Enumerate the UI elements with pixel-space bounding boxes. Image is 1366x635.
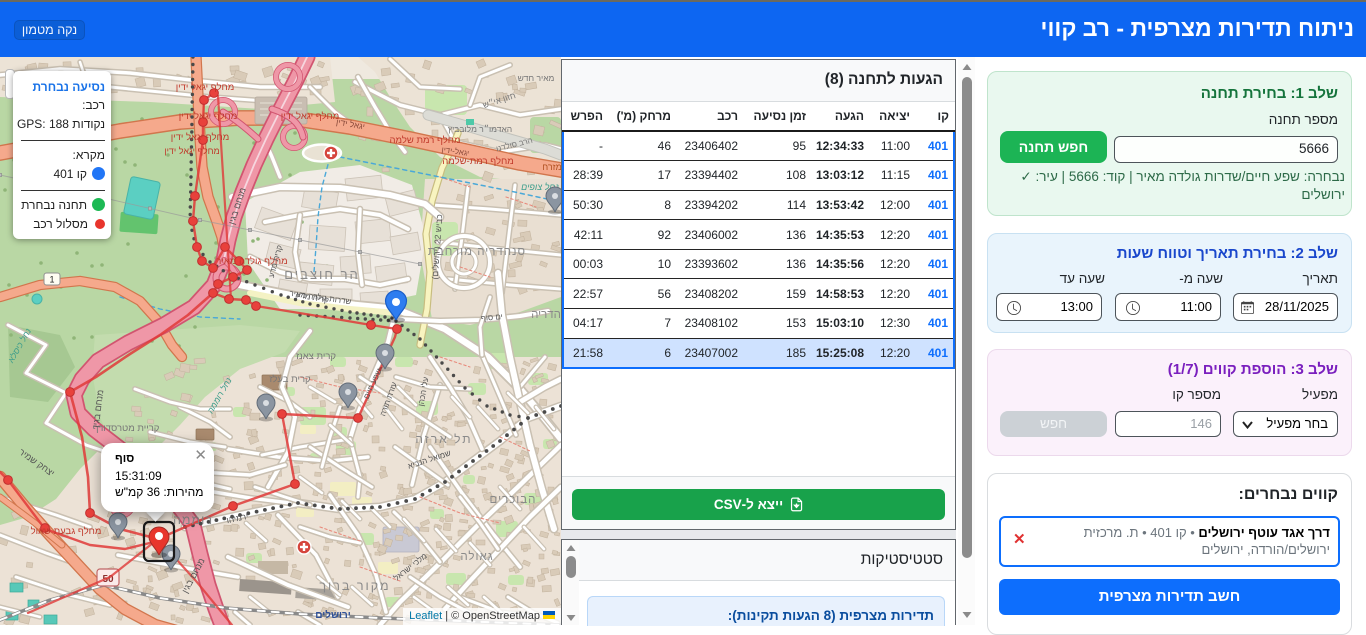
svg-text:סנהדריה: סנהדריה	[531, 309, 561, 321]
svg-text:תל ארזה: תל ארזה	[415, 432, 472, 446]
svg-text:מזרח: מזרח	[542, 162, 561, 172]
svg-text:גאולה: גאולה	[460, 550, 493, 563]
svg-text:מחלף רמת-שלמה: מחלף רמת-שלמה	[442, 155, 514, 167]
svg-text:מאיר חדש: מאיר חדש	[518, 73, 555, 83]
svg-text:מחלף יגאל ידין: מחלף יגאל ידין	[171, 131, 230, 143]
svg-text:סנהדריה מורחבת: סנהדריה מורחבת	[428, 246, 526, 258]
svg-text:הר חוצבים: הר חוצבים	[284, 267, 360, 282]
svg-text:מחלף יגאל ידין: מחלף יגאל ידין	[179, 110, 238, 122]
svg-text:רוממה: רוממה	[173, 513, 213, 527]
svg-text:מחלף יגאל ידין: מחלף יגאל ידין	[164, 146, 220, 156]
svg-text:ירושלים: ירושלים	[315, 609, 351, 621]
svg-text:מחלף גבעת שאול: מחלף גבעת שאול	[31, 525, 102, 537]
svg-text:האדמו״ר מלובביץ: האדמו״ר מלובביץ	[448, 124, 512, 134]
svg-text:מחלף יגאל ידין: מחלף יגאל ידין	[281, 110, 340, 122]
svg-text:קריית מטרסדורף: קריית מטרסדורף	[93, 423, 160, 434]
svg-text:1: 1	[49, 275, 54, 285]
svg-text:הבוכרים: הבוכרים	[490, 494, 537, 506]
svg-text:מחלף רמת שלמה: מחלף רמת שלמה	[389, 134, 460, 146]
svg-text:קרית צאנז: קרית צאנז	[296, 351, 336, 362]
svg-text:קרית בעלז: קרית בעלז	[269, 373, 311, 385]
svg-text:מחלף יגאל ידין: מחלף יגאל ידין	[176, 81, 235, 93]
svg-text:ים סוף: ים סוף	[480, 312, 503, 323]
svg-text:מקור ברוך: מקור ברוך	[319, 579, 390, 593]
